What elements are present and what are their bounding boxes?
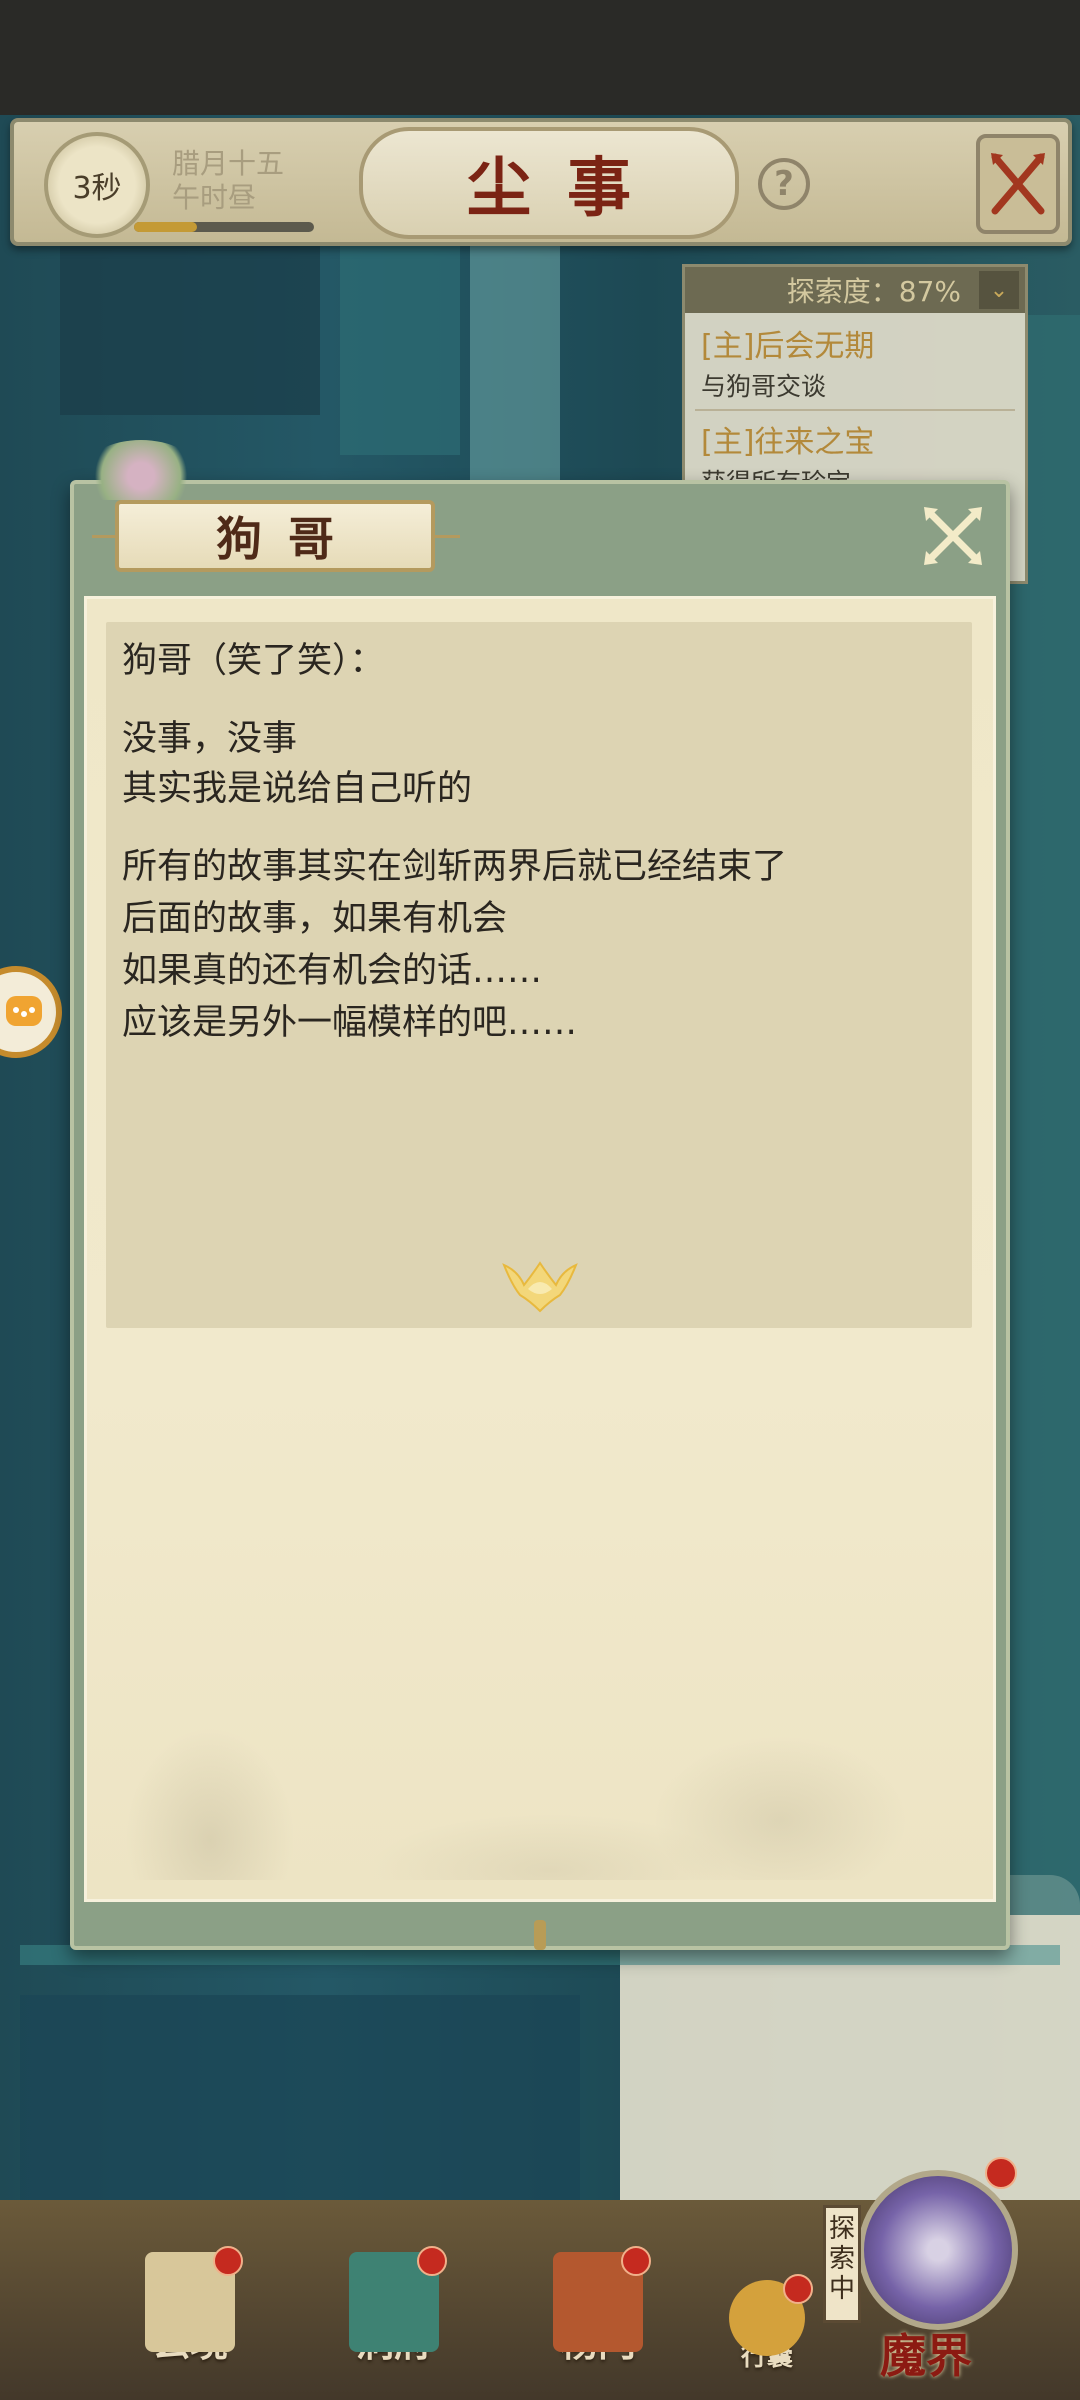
dialog-line: 应该是另外一幅模样的吧…… <box>122 1003 578 1043</box>
continue-arrow-icon <box>502 1261 578 1313</box>
dialog-line: 狗哥（笑了笑）： <box>122 641 385 681</box>
flower-ornament <box>86 440 196 500</box>
ink-mountain-decoration <box>100 1580 980 1880</box>
dialog-line: 如果真的还有机会的话…… <box>122 951 543 991</box>
close-button[interactable] <box>912 496 994 576</box>
dialog-line: 其实我是说给自己听的 <box>122 769 473 809</box>
dialog-line: 没事，没事 <box>122 719 298 759</box>
dialog-line: 后面的故事，如果有机会 <box>122 899 508 939</box>
dialog-line: 所有的故事其实在剑斩两界后就已经结束了 <box>122 847 788 887</box>
speaker-name: 狗哥 <box>115 500 435 572</box>
close-icon <box>924 507 982 565</box>
scroll-pin <box>534 1920 546 1950</box>
continue-indicator[interactable] <box>498 1255 582 1315</box>
